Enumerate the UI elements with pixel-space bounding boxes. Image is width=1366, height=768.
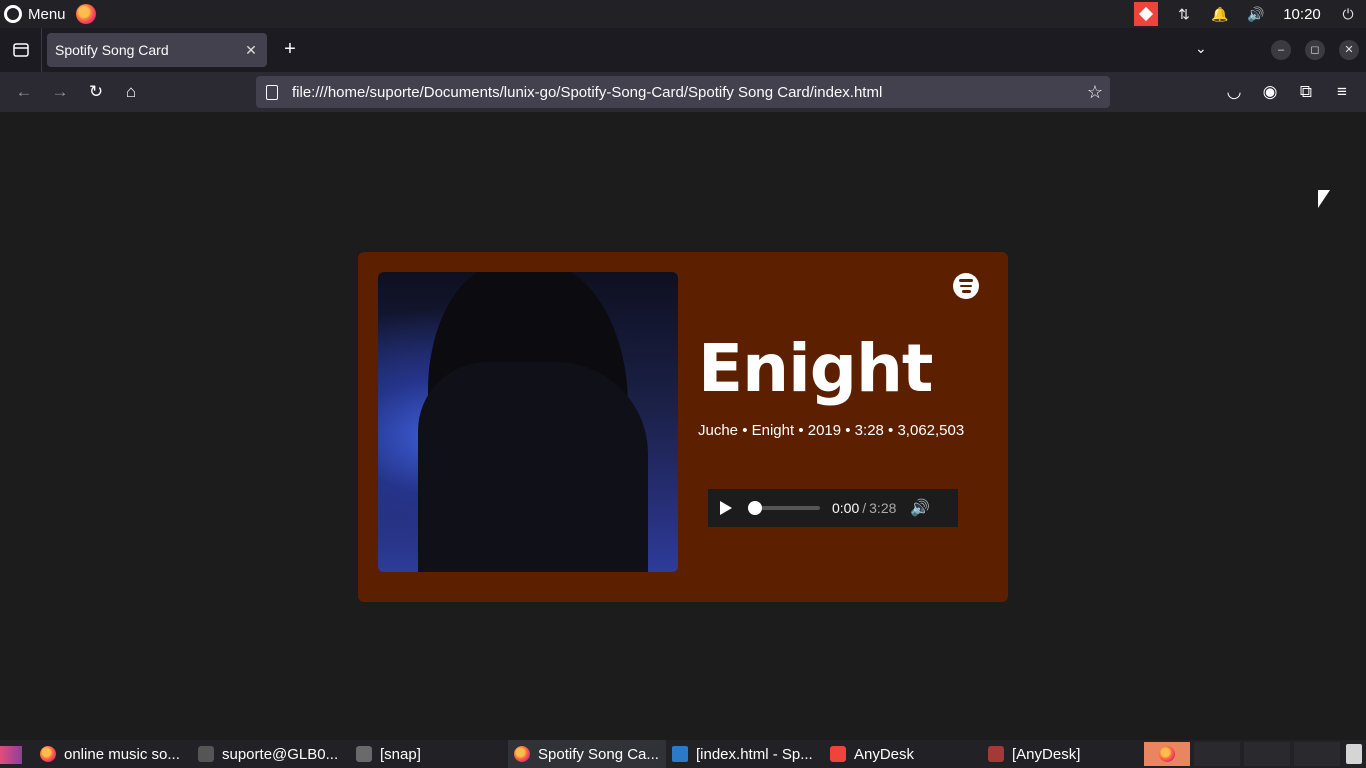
show-desktop-button[interactable] [0,746,22,764]
taskbar-item-label: [index.html - Sp... [696,745,813,763]
page-icon [266,84,278,100]
reload-icon[interactable]: ↻ [84,80,108,104]
taskbar-item-label: Spotify Song Ca... [538,745,659,763]
account-icon[interactable]: ◉ [1258,80,1282,104]
vscode-icon [672,746,688,762]
firefox-icon [1159,746,1175,762]
close-window-button[interactable]: ✕ [1339,40,1359,60]
time-separator: / [862,500,867,516]
clock[interactable]: 10:20 [1274,6,1330,23]
duration: 3:28 [869,500,897,516]
notification-bell-icon[interactable]: 🔔 [1202,6,1238,23]
song-card: Enight Juche • Enight • 2019 • 3:28 • 3,… [358,252,1008,602]
system-top-panel: Menu ⇅ 🔔 🔊 10:20 ⏻ [0,0,1366,28]
volume-icon[interactable]: 🔊 [910,498,930,518]
workspace-3[interactable] [1244,742,1290,766]
taskbar-item[interactable]: AnyDesk [824,740,974,768]
anydesk-icon [830,746,846,762]
mouse-cursor-icon [1318,190,1330,208]
url-bar[interactable]: file:///home/suporte/Documents/lunix-go/… [256,76,1110,108]
album-cover-image [378,272,678,572]
firefox-view-icon [12,43,29,57]
taskbar-item-label: [snap] [380,745,421,763]
taskbar-item[interactable]: [index.html - Sp... [666,740,824,768]
firefox-icon [514,746,530,762]
taskbar-item-label: suporte@GLB0... [222,745,339,763]
app-menu-button[interactable]: Menu [0,0,66,28]
taskbar-item[interactable]: suporte@GLB0... [192,740,342,768]
back-arrow-icon[interactable]: ← [12,80,36,104]
forward-arrow-icon[interactable]: → [48,80,72,104]
tab-strip: Spotify Song Card ✕ + ⌄ – ◻ ✕ [0,28,1366,72]
pocket-icon[interactable]: ◡ [1222,80,1246,104]
home-icon[interactable]: ⌂ [119,80,143,104]
taskbar-item-label: AnyDesk [854,745,915,763]
ubuntu-logo-icon [4,5,22,23]
hamburger-menu-icon[interactable]: ≡ [1330,80,1354,104]
current-time: 0:00 [832,500,860,516]
workspace-2[interactable] [1194,742,1240,766]
extensions-icon[interactable]: ⧉ [1294,80,1318,104]
taskbar-item-label: [AnyDesk] [1012,745,1081,763]
taskbar-item[interactable]: Spotify Song Ca... [508,740,666,768]
anydesk-icon [988,746,1004,762]
workspace-1[interactable] [1144,742,1190,766]
volume-icon[interactable]: 🔊 [1238,6,1274,23]
tab-close-button[interactable]: ✕ [243,42,259,59]
firefox-launcher-icon[interactable] [75,4,96,24]
tab-list-chevron-icon[interactable]: ⌄ [1195,40,1207,57]
navigation-toolbar: ← → ↻ ⌂ file:///home/suporte/Documents/l… [0,72,1366,112]
terminal-icon [198,746,214,762]
power-icon[interactable]: ⏻ [1330,6,1366,23]
tab-title: Spotify Song Card [55,42,169,58]
spotify-logo-icon[interactable] [953,273,979,299]
anydesk-tray-icon[interactable] [1134,2,1158,26]
taskbar-item-label: online music so... [64,745,180,763]
firefox-icon [40,746,56,762]
audio-player: 0:00 / 3:28 🔊 [708,489,958,527]
song-title: Enight [698,330,933,407]
menu-label: Menu [28,5,66,23]
folder-icon [356,746,372,762]
seek-knob[interactable] [748,501,762,515]
bookmark-star-icon[interactable]: ☆ [1080,82,1110,103]
play-icon[interactable] [720,501,732,515]
restore-button[interactable]: ◻ [1305,40,1325,60]
taskbar-item[interactable]: online music so... [34,740,184,768]
network-icon[interactable]: ⇅ [1166,6,1202,23]
page-viewport: Enight Juche • Enight • 2019 • 3:28 • 3,… [0,112,1366,740]
workspace-4[interactable] [1294,742,1340,766]
tab-spotify-song-card[interactable]: Spotify Song Card ✕ [47,33,267,67]
firefox-view-button[interactable] [0,28,42,72]
new-tab-button[interactable]: + [280,39,300,60]
minimize-button[interactable]: – [1271,40,1291,60]
trash-icon[interactable] [1346,744,1362,764]
taskbar-item[interactable]: [AnyDesk] [982,740,1132,768]
bottom-taskbar: online music so... suporte@GLB0... [snap… [0,740,1366,768]
song-meta: Juche • Enight • 2019 • 3:28 • 3,062,503 [698,422,965,439]
seek-slider[interactable] [748,501,820,515]
taskbar-item[interactable]: [snap] [350,740,500,768]
url-text[interactable]: file:///home/suporte/Documents/lunix-go/… [292,84,1080,101]
